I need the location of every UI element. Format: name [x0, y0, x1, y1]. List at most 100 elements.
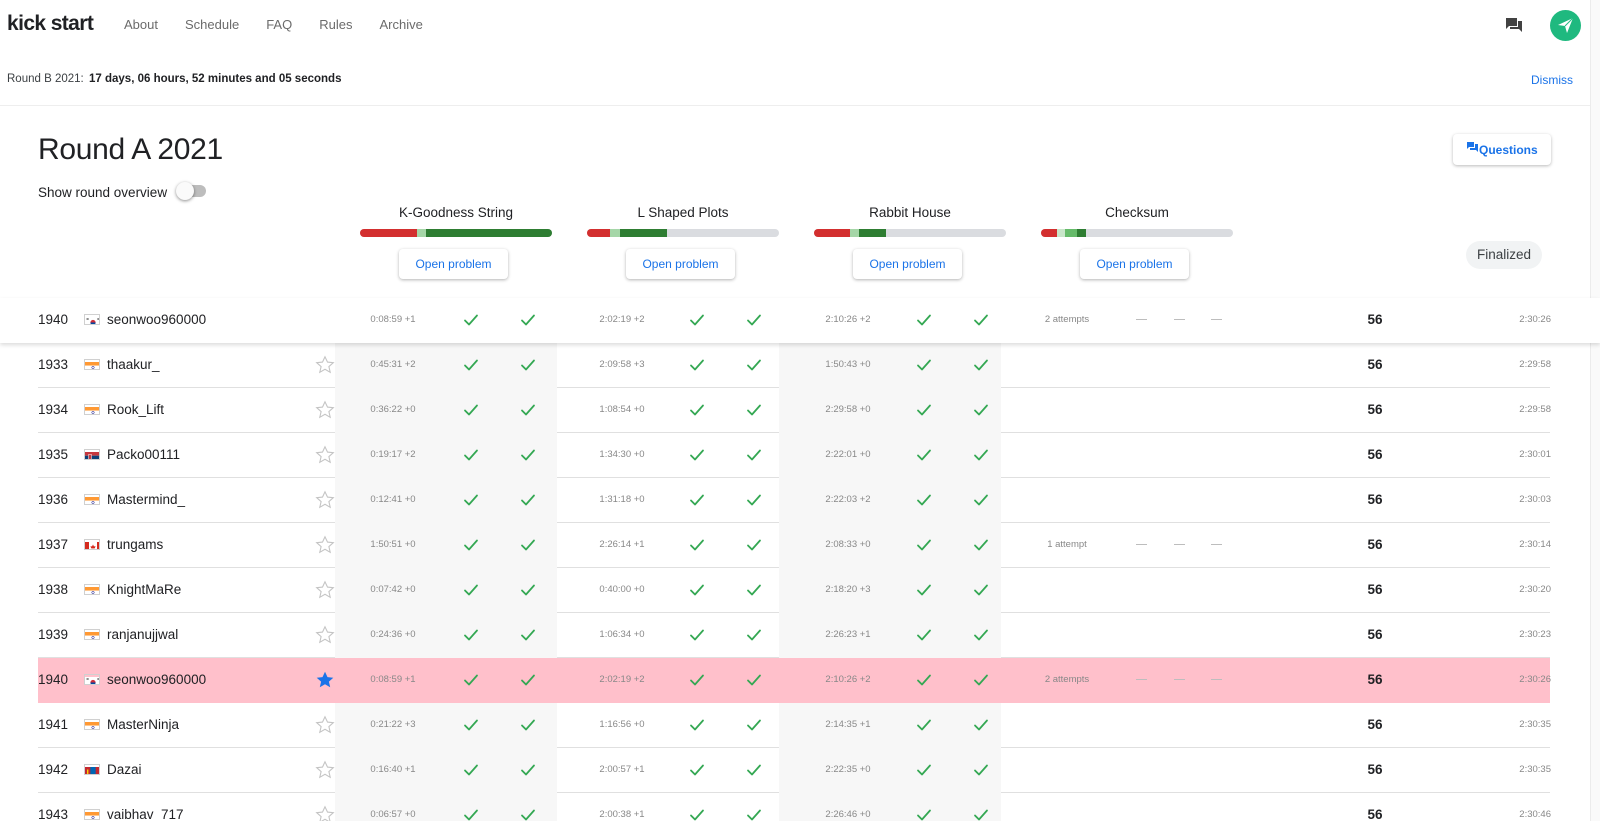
star-icon[interactable]: [315, 535, 335, 555]
check-icon: [520, 357, 536, 373]
score: 56: [1367, 447, 1383, 462]
username[interactable]: Dazai: [107, 762, 142, 777]
country-flag: [84, 719, 100, 730]
check-icon: [916, 537, 932, 553]
open-problem-button[interactable]: Open problem: [853, 249, 962, 279]
check-icon: [973, 807, 989, 821]
problem-name: L Shaped Plots: [637, 205, 729, 220]
username[interactable]: Rook_Lift: [107, 402, 164, 417]
star-icon[interactable]: [315, 670, 335, 690]
send-icon[interactable]: [1550, 10, 1581, 41]
table-row[interactable]: 1934 Rook_Lift 0:36:22 +0 1:08:54 +0 2:29:58…: [38, 388, 1551, 433]
solve-time: 1:16:56 +0: [599, 719, 645, 730]
penalty-time: 2:30:26: [1519, 674, 1551, 685]
nav-rules[interactable]: Rules: [319, 17, 352, 32]
table-row[interactable]: 1941 MasterNinja 0:21:22 +3 1:16:56 +0 2:14:…: [38, 703, 1551, 748]
check-icon: [916, 762, 932, 778]
page-scrollbar[interactable]: [1590, 0, 1600, 821]
rank: 1935: [38, 447, 69, 462]
star-icon[interactable]: [315, 580, 335, 600]
nav-about[interactable]: About: [124, 17, 158, 32]
questions-label: Questions: [1479, 143, 1538, 157]
star-icon[interactable]: [315, 400, 335, 420]
solve-time: 2:26:46 +0: [825, 809, 871, 820]
star-icon[interactable]: [315, 445, 335, 465]
problem-name: Checksum: [1105, 205, 1169, 220]
table-row[interactable]: 1935 Packo00111 0:19:17 +2 1:34:30 +0 2:22:0…: [38, 433, 1551, 478]
score: 56: [1367, 582, 1383, 597]
table-row[interactable]: 1940 seonwoo960000 0:08:59 +1 2:02:19 +2 2:1…: [38, 658, 1551, 703]
nav-archive[interactable]: Archive: [379, 17, 422, 32]
questions-button[interactable]: Questions: [1453, 134, 1551, 165]
table-row[interactable]: 1937 trungams 1:50:51 +0 2:26:14 +1 2:08:33 …: [38, 523, 1551, 568]
open-problem-button[interactable]: Open problem: [626, 249, 735, 279]
star-icon[interactable]: [315, 625, 335, 645]
nav-faq[interactable]: FAQ: [266, 17, 292, 32]
overview-toggle[interactable]: [176, 182, 207, 200]
check-icon: [746, 717, 762, 733]
table-row[interactable]: 1938 KnightMaRe 0:07:42 +0 0:40:00 +0 2:18:2…: [38, 568, 1551, 613]
check-icon: [746, 357, 762, 373]
open-problem-button[interactable]: Open problem: [1080, 249, 1189, 279]
country-flag: [84, 404, 100, 415]
check-icon: [916, 582, 932, 598]
username[interactable]: seonwoo960000: [107, 312, 206, 327]
solve-time: 2:26:14 +1: [599, 539, 645, 550]
solve-time: 0:07:42 +0: [370, 584, 416, 595]
chat-icon[interactable]: [1504, 16, 1524, 36]
table-row[interactable]: 1940 seonwoo960000 0:08:59 +1 2:02:19 +2…: [38, 298, 1551, 343]
problem-stats-bar: [814, 229, 1006, 237]
username[interactable]: seonwoo960000: [107, 672, 206, 687]
star-icon[interactable]: [315, 715, 335, 735]
table-row[interactable]: 1943 vaibhav_717 0:06:57 +0 2:00:38 +1 2:26:…: [38, 793, 1551, 821]
problem-name: K-Goodness String: [398, 205, 514, 220]
check-icon: [973, 402, 989, 418]
check-icon: [463, 717, 479, 733]
star-icon[interactable]: [315, 760, 335, 780]
username[interactable]: MasterNinja: [107, 717, 179, 732]
username[interactable]: Mastermind_: [107, 492, 185, 507]
solve-time: 0:19:17 +2: [370, 449, 416, 460]
country-flag: [84, 764, 100, 775]
problem-k-goodness-string: K-Goodness String Open problem: [360, 205, 552, 280]
country-flag: [84, 809, 100, 820]
nav-schedule[interactable]: Schedule: [185, 17, 239, 32]
username[interactable]: Packo00111: [107, 447, 180, 462]
table-row[interactable]: 1933 thaakur_ 0:45:31 +2 2:09:58 +3 1:50:43 …: [38, 343, 1551, 388]
check-icon: [520, 627, 536, 643]
table-row[interactable]: 1939 ranjanujjwal 0:24:36 +0 1:06:34 +0 2:26…: [38, 613, 1551, 658]
check-icon: [746, 627, 762, 643]
solve-time: 2:26:23 +1: [825, 629, 871, 640]
username[interactable]: thaakur_: [107, 357, 160, 372]
star-icon[interactable]: [315, 490, 335, 510]
check-icon: [463, 312, 479, 328]
problem-name: Rabbit House: [869, 205, 951, 220]
penalty-time: 2:30:46: [1519, 809, 1551, 820]
score: 56: [1367, 672, 1383, 687]
star-icon[interactable]: [315, 355, 335, 375]
solve-time: 2:29:58 +0: [825, 404, 871, 415]
dismiss-link[interactable]: Dismiss: [1531, 73, 1573, 87]
penalty-time: 2:29:58: [1519, 404, 1551, 415]
country-flag: [84, 314, 100, 325]
attempts-count: 1 attempt: [1047, 539, 1087, 550]
overview-toggle-label: Show round overview: [38, 185, 168, 200]
next-round-banner: Round B 2021: 17 days, 06 hours, 52 minu…: [0, 66, 1600, 106]
empty-dash: [1174, 679, 1185, 680]
problem-stats-bar: [360, 229, 552, 237]
username[interactable]: KnightMaRe: [107, 582, 181, 597]
table-row[interactable]: 1942 Dazai 0:16:40 +1 2:00:57 +1 2:22:35 +0 5…: [38, 748, 1551, 793]
username[interactable]: vaibhav_717: [107, 807, 184, 821]
pinned-user-row: 1940 seonwoo960000 0:08:59 +1 2:02:19 +2…: [0, 298, 1600, 343]
check-icon: [916, 312, 932, 328]
star-icon[interactable]: [315, 805, 335, 821]
open-problem-button[interactable]: Open problem: [399, 249, 508, 279]
check-icon: [689, 582, 705, 598]
username[interactable]: ranjanujjwal: [107, 627, 178, 642]
check-icon: [973, 357, 989, 373]
kickstart-logo[interactable]: kick start: [7, 12, 94, 36]
username[interactable]: trungams: [107, 537, 163, 552]
solve-time: 2:10:26 +2: [825, 314, 871, 325]
rank: 1940: [38, 312, 69, 327]
table-row[interactable]: 1936 Mastermind_ 0:12:41 +0 1:31:18 +0 2:22:…: [38, 478, 1551, 523]
